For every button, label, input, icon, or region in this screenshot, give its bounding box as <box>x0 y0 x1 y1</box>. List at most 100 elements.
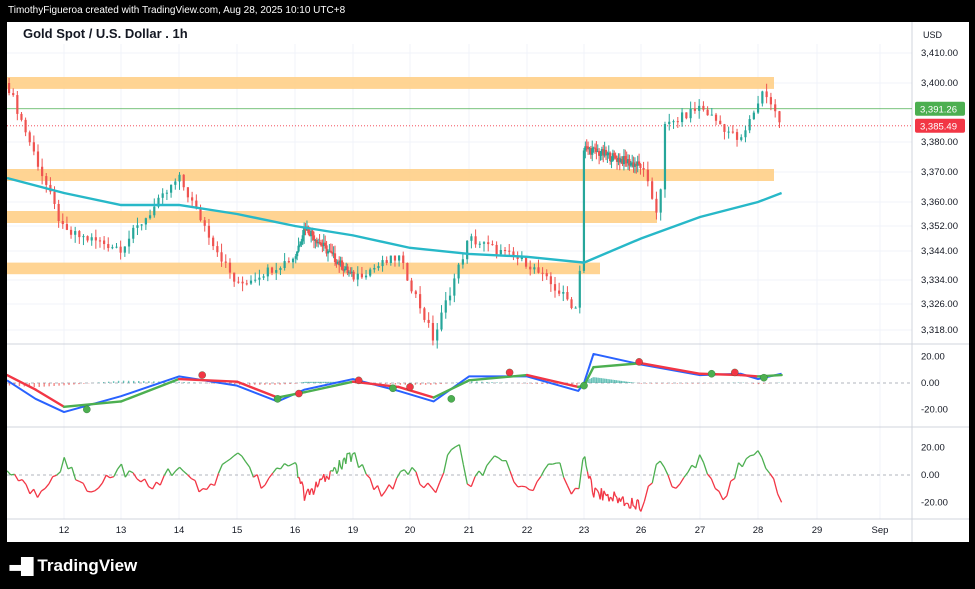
oscillator-segment <box>63 457 69 470</box>
oscillator-segment <box>144 478 150 487</box>
oscillator-segment <box>373 485 379 491</box>
price-tick-label: 3,410.00 <box>921 48 958 59</box>
candle-body <box>237 281 240 283</box>
oscillator-segment <box>427 482 433 489</box>
tradingview-logo[interactable]: ▬█ TradingView <box>8 556 137 576</box>
candle-body <box>533 267 536 270</box>
candle-body <box>127 238 131 247</box>
candle-body <box>482 242 486 244</box>
candle-body <box>107 244 110 249</box>
candle-body <box>333 253 337 263</box>
oscillator-segment <box>718 491 724 501</box>
oscillator-segment <box>663 466 669 476</box>
oscillator-segment <box>667 475 673 487</box>
oscillator-segment <box>602 490 605 501</box>
candle-body <box>397 255 401 261</box>
oscillator-segment <box>225 458 231 463</box>
macd-cross-marker <box>406 383 414 391</box>
chart-svg[interactable]: Gold Spot / U.S. Dollar . 1h USD 3,410.00 3… <box>5 22 969 542</box>
oscillator-segment <box>10 473 15 476</box>
candle-body <box>474 236 477 245</box>
oscillator-segment <box>140 478 146 483</box>
oscillator-segment <box>163 468 169 476</box>
oscillator-segment <box>671 486 677 489</box>
oscillator-segment <box>202 487 207 491</box>
macd-cross-marker <box>731 368 739 377</box>
price-tick-label: 3,326.00 <box>921 299 958 310</box>
price-tick-label: 3,400.00 <box>921 78 958 89</box>
oscillator-segment <box>294 462 298 466</box>
candle-body <box>613 153 616 156</box>
oscillator-segment <box>627 503 631 509</box>
oscillator-segment <box>25 484 31 495</box>
candle-body <box>727 131 730 133</box>
candle-body <box>324 242 327 246</box>
candle-body <box>297 245 300 252</box>
oscillator-segment <box>442 454 449 474</box>
candle-body <box>419 294 422 309</box>
oscillator-segment <box>272 467 278 474</box>
oscillator-segment <box>675 483 681 489</box>
candle-body <box>566 292 569 300</box>
oscillator-segment <box>679 477 685 485</box>
candle-body <box>191 197 194 201</box>
candle-body <box>410 280 413 292</box>
price-tick-label: 3,352.00 <box>921 221 958 232</box>
oscillator-segment <box>757 450 763 458</box>
candle-body <box>719 120 722 125</box>
macd-cross-marker <box>505 368 514 377</box>
oscillator-segment <box>90 490 95 493</box>
candle-body <box>591 148 594 155</box>
candle-body <box>249 280 253 284</box>
candle-body <box>710 114 713 116</box>
candle-body <box>12 93 15 96</box>
candle-body <box>731 131 734 133</box>
oscillator-segment <box>75 479 80 483</box>
candle-body <box>220 252 223 262</box>
oscillator-segment <box>86 490 92 493</box>
oscillator-segment <box>345 453 348 464</box>
candle-body <box>245 283 248 285</box>
candle-body <box>495 244 498 255</box>
candle-body <box>311 230 314 236</box>
oscillator-segment <box>237 452 243 457</box>
time-tick-label: Sep <box>872 525 889 536</box>
oscillator-segment <box>229 455 235 460</box>
oscillator-segment <box>384 484 390 492</box>
candle-body <box>28 132 31 143</box>
candle-body <box>448 295 452 301</box>
time-tick-label: 28 <box>753 525 764 536</box>
oscillator-segment <box>593 487 596 498</box>
time-tick-label: 21 <box>464 525 475 536</box>
candle-body <box>478 243 481 245</box>
candle-body <box>140 224 143 226</box>
oscillator-segment <box>745 455 751 460</box>
oscillator-segment <box>439 472 445 483</box>
candle-body <box>301 235 304 242</box>
oscillator-segment <box>614 495 618 498</box>
candle-body <box>562 292 565 294</box>
candle-body <box>41 166 44 177</box>
candle-body <box>377 266 380 269</box>
candle-body <box>165 192 168 194</box>
oscillator-segment <box>714 487 720 492</box>
candle-body <box>132 227 135 239</box>
oscillator-segment <box>358 464 363 469</box>
oscillator-segment <box>589 475 592 481</box>
oscillator-segment <box>486 460 492 467</box>
oscillator-segment <box>578 459 584 489</box>
oscillator-segment <box>470 476 476 487</box>
oscillator-segment <box>301 481 304 487</box>
price-tick-label: 3,334.00 <box>921 275 958 286</box>
oscillator-segment <box>741 458 747 468</box>
candle-body <box>53 191 56 204</box>
candle-body <box>723 124 726 132</box>
candle-body <box>574 307 577 309</box>
candle-body <box>642 168 645 170</box>
oscillator-segment <box>584 456 587 467</box>
oscillator-segment <box>597 490 600 494</box>
candle-body <box>582 150 586 271</box>
oscillator-segment <box>517 485 522 488</box>
candle-body <box>774 104 777 112</box>
candle-body <box>646 169 649 182</box>
